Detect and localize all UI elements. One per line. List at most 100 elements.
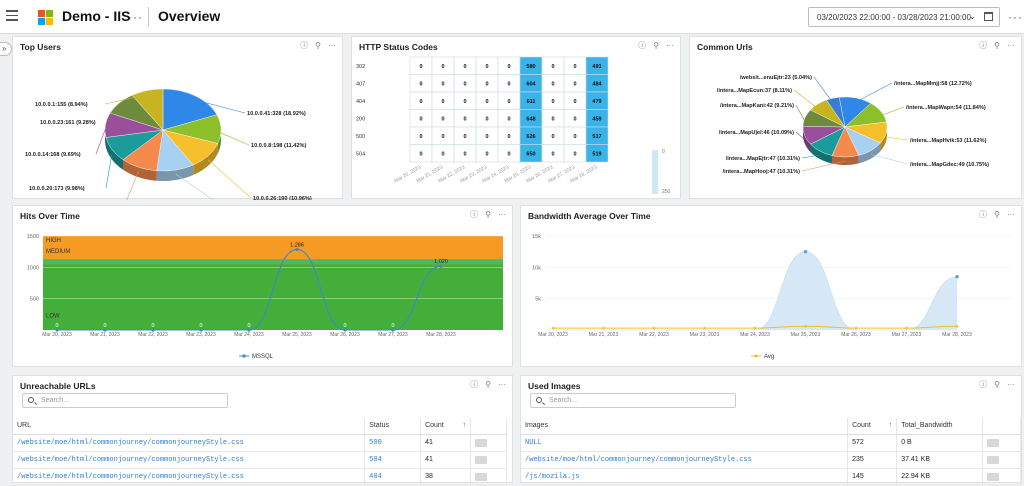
sidebar-expand-icon[interactable]: » — [0, 42, 12, 56]
table-cell[interactable]: /website/moe/html/commonjourney/commonjo… — [13, 468, 366, 486]
series-point — [753, 326, 757, 330]
heatmap-cell-value: 0 — [485, 134, 488, 140]
row-action-icon[interactable] — [986, 472, 999, 481]
heatmap-cell-value: 517 — [592, 134, 601, 140]
table-cell[interactable]: 500 — [364, 434, 422, 452]
pin-icon[interactable]: ⚲ — [994, 380, 1000, 389]
heatmap-legend-label: 0 — [662, 149, 665, 155]
app-title: Demo - IIS — [62, 8, 131, 24]
column-header[interactable]: URL — [13, 418, 366, 435]
heatmap-cell-value: 519 — [592, 151, 601, 157]
column-header[interactable]: Total_Bandwidth — [896, 418, 983, 435]
heatmap-cell-value: 459 — [592, 116, 601, 122]
table-row[interactable]: /website/moe/html/commonjourney/commonjo… — [13, 468, 507, 486]
data-label: 1,020 — [434, 259, 448, 265]
series-point — [551, 326, 555, 330]
unreachable-urls-panel: Unreachable URLs ⓘ ⚲ ··· Search... URL Sta… — [12, 375, 513, 486]
pie-leader-line — [175, 173, 214, 200]
column-header[interactable]: Status — [364, 418, 422, 435]
pin-icon[interactable]: ⚲ — [485, 380, 491, 389]
table-cell[interactable]: /js/mozila.js — [521, 468, 849, 486]
table-cell[interactable]: /website/moe/html/commonjourney/commonjo… — [521, 451, 849, 469]
used-images-panel: Used Images ⓘ ⚲ ··· Search... Images Count… — [520, 375, 1022, 486]
sort-asc-icon[interactable]: ↑ — [889, 422, 893, 429]
heatmap-cell-value: 0 — [419, 81, 422, 87]
series-point — [602, 326, 605, 330]
table-cell[interactable]: /website/moe/html/commonjourney/commonjo… — [13, 451, 366, 469]
divider — [148, 7, 149, 27]
table-cell — [982, 451, 1022, 469]
heatmap-cell-value: 0 — [419, 64, 422, 70]
table-cell[interactable]: 404 — [364, 468, 422, 486]
band-label: HIGH — [46, 238, 61, 244]
series-point — [803, 249, 808, 254]
series-point — [854, 326, 858, 330]
table-cell — [470, 451, 507, 469]
pie-slice-label: 10.0.0.14:168 (9.69%) — [25, 152, 81, 158]
microsoft-logo-icon — [38, 10, 53, 25]
date-range-picker[interactable]: 03/20/2023 22:00:00 - 03/28/2023 21:00:0… — [808, 7, 1000, 27]
legend-label: MSSQL — [252, 354, 274, 360]
pie-leader-line — [880, 106, 905, 116]
heatmap-cell-value: 0 — [507, 134, 510, 140]
pie-slice-label: 10.0.0.41:328 (18.92%) — [247, 111, 306, 117]
heatmap-cell-value: 0 — [441, 81, 444, 87]
table-row[interactable]: /js/mozila.js 145 22.94 KB — [521, 468, 1022, 486]
band-low — [43, 264, 503, 330]
column-header[interactable]: Count ↑ — [420, 418, 472, 435]
heatmap-cell-value: 0 — [551, 134, 554, 140]
heatmap-cell-value: 479 — [592, 99, 601, 105]
info-icon[interactable]: ⓘ — [470, 380, 478, 389]
table-cell: 38 — [420, 468, 472, 486]
heatmap-cell-value: 0 — [507, 116, 510, 122]
column-header[interactable]: Images — [521, 418, 849, 435]
sort-asc-icon[interactable]: ↑ — [463, 422, 467, 429]
table-cell[interactable]: /website/moe/html/commonjourney/commonjo… — [13, 434, 366, 452]
row-action-icon[interactable] — [475, 438, 488, 447]
app-more-icon[interactable]: ··· — [128, 10, 143, 24]
series-point — [804, 324, 807, 328]
page-more-icon[interactable]: ··· — [1008, 10, 1023, 24]
data-label: 0 — [343, 323, 346, 329]
heatmap-cell-value: 0 — [419, 99, 422, 105]
heatmap-cell-value: 0 — [463, 99, 466, 105]
page-title: Overview — [158, 8, 221, 24]
table-cell: 22.94 KB — [896, 468, 983, 486]
x-tick-label: Mar 26, 2023 — [330, 332, 360, 338]
row-action-icon[interactable] — [986, 455, 999, 464]
column-header[interactable]: Count ↑ — [847, 418, 898, 435]
x-tick-label: Mar 20, 2023 — [538, 332, 568, 338]
table-row[interactable]: /website/moe/html/commonjourney/commonjo… — [13, 451, 507, 469]
table-cell[interactable]: NULL — [521, 434, 849, 452]
heatmap-cell-value: 0 — [463, 116, 466, 122]
heatmap-cell-value: 0 — [573, 81, 576, 87]
series-point — [955, 275, 959, 279]
info-icon[interactable]: ⓘ — [979, 380, 987, 389]
x-tick-label: Mar 24, 2023 — [234, 332, 264, 338]
table-cell: 0 B — [896, 434, 983, 452]
search-input[interactable]: Search... — [530, 393, 736, 408]
row-action-icon[interactable] — [986, 438, 999, 447]
column-header — [982, 418, 1022, 435]
heatmap-cell-value: 0 — [419, 134, 422, 140]
chevron-down-icon[interactable]: ⌄ — [969, 12, 976, 21]
more-icon[interactable]: ··· — [498, 380, 506, 389]
table-row[interactable]: /website/moe/html/commonjourney/commonjo… — [13, 434, 507, 452]
pie-leader-line — [801, 160, 846, 172]
row-action-icon[interactable] — [475, 472, 488, 481]
x-tick-label: Mar 24, 2023 — [740, 332, 770, 338]
table-row[interactable]: NULL 572 0 B — [521, 434, 1022, 452]
calendar-icon[interactable] — [984, 12, 993, 21]
row-action-icon[interactable] — [475, 455, 488, 464]
pie-leader-line — [793, 89, 818, 109]
hamburger-menu-icon[interactable] — [6, 10, 18, 24]
table-cell[interactable]: 504 — [364, 451, 422, 469]
search-input[interactable]: Search... — [22, 393, 228, 408]
more-icon[interactable]: ··· — [1007, 380, 1015, 389]
heatmap-cell-value: 0 — [485, 151, 488, 157]
table-row[interactable]: /website/moe/html/commonjourney/commonjo… — [521, 451, 1022, 469]
pie-leader-line — [871, 154, 909, 165]
heatmap-cell-value: 0 — [573, 151, 576, 157]
pie-slice-label: /intera...MapWapn:54 (11.84%) — [906, 105, 986, 111]
data-label: 0 — [247, 323, 250, 329]
